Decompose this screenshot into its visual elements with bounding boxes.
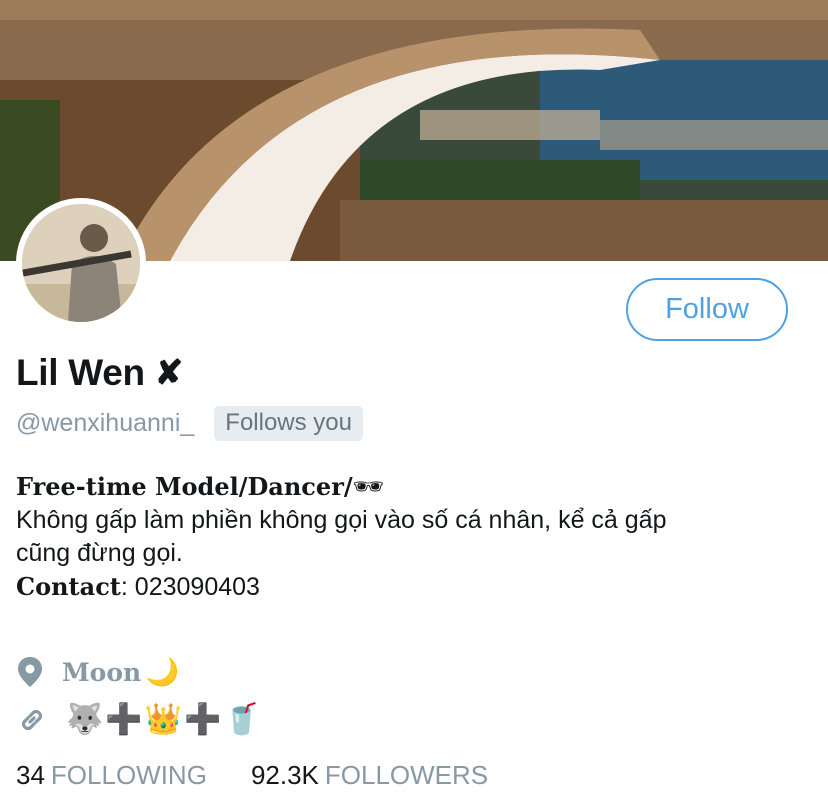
cross-mark-icon: ✘ <box>154 354 184 392</box>
profile-avatar[interactable] <box>16 198 146 328</box>
location-pin-icon <box>18 657 42 687</box>
bio-contact: Contact: 023090403 <box>16 570 806 604</box>
bio-line-1: Free-time Model/Dancer/🕶 <box>16 470 806 504</box>
follows-you-badge: Follows you <box>214 406 363 441</box>
website-link[interactable]: 🐺➕👑➕🥤 <box>66 702 263 737</box>
contact-label: Contact <box>16 572 121 601</box>
moon-icon: 🌙 <box>145 657 180 687</box>
avatar-image <box>22 204 140 322</box>
profile-bio: Free-time Model/Dancer/🕶 Không gấp làm p… <box>16 470 806 604</box>
bio-line-3: cũng đừng gọi. <box>16 539 183 567</box>
profile-name-row: Lil Wen ✘ <box>16 352 183 394</box>
location-label: Moon 🌙 <box>62 656 179 688</box>
followers-count: 92.3K <box>250 760 319 790</box>
link-icon <box>21 709 43 730</box>
following-count: 34 <box>16 760 45 790</box>
follow-stats: 34 FOLLOWING 92.3K FOLLOWERS <box>16 760 532 791</box>
followers-label: FOLLOWERS <box>324 760 489 790</box>
contact-value: : 023090403 <box>120 573 260 601</box>
follow-button[interactable]: Follow <box>626 278 788 341</box>
display-name: Lil Wen <box>16 352 145 393</box>
following-label: FOLLOWING <box>50 760 207 790</box>
user-handle: @wenxihuanni_ <box>16 409 195 437</box>
website-row[interactable]: 🐺➕👑➕🥤 <box>16 702 263 737</box>
sunglasses-icon: 🕶 <box>352 473 385 501</box>
following-stat[interactable]: 34 FOLLOWING <box>16 760 207 791</box>
followers-stat[interactable]: 92.3K FOLLOWERS <box>251 760 488 791</box>
location-row: Moon 🌙 <box>16 656 179 688</box>
bio-title: Free-time Model/Dancer/ <box>16 472 353 501</box>
handle-row: @wenxihuanni_ Follows you <box>16 406 363 441</box>
location-text: Moon <box>62 658 142 687</box>
bio-line-2: Không gấp làm phiền không gọi vào số cá … <box>16 506 667 534</box>
